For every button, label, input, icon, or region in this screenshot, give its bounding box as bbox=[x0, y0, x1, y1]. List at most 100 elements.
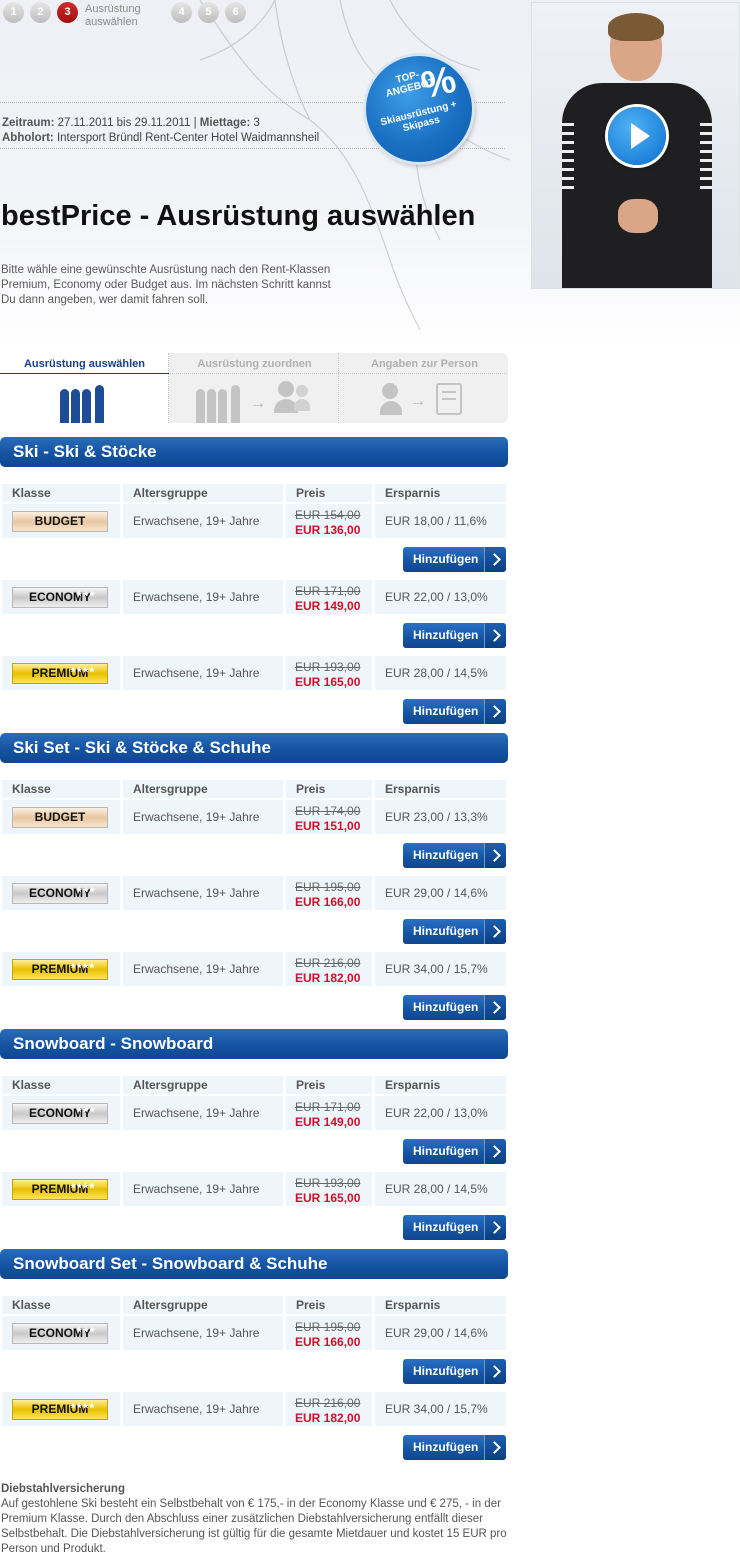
active-step-label: Ausrüstung auswählen bbox=[85, 3, 141, 28]
tab-underline bbox=[170, 373, 339, 374]
add-button[interactable]: Hinzufügen bbox=[403, 1139, 506, 1164]
stars-icon: ★★★★ bbox=[69, 667, 95, 674]
new-price: EUR 149,00 bbox=[295, 1115, 361, 1129]
add-button[interactable]: Hinzufügen bbox=[403, 919, 506, 944]
column-header: Ersparnis bbox=[375, 780, 506, 798]
age-group-cell: Erwachsene, 19+ Jahre bbox=[123, 656, 283, 690]
tab-label: Angaben zur Person bbox=[371, 358, 478, 370]
column-header: Ersparnis bbox=[375, 1076, 506, 1094]
age-group-cell: Erwachsene, 19+ Jahre bbox=[123, 580, 283, 614]
video-player[interactable] bbox=[531, 2, 740, 289]
old-price: EUR 216,00 bbox=[295, 1396, 361, 1410]
presenter-hair bbox=[608, 13, 664, 41]
add-button-label: Hinzufügen bbox=[413, 1000, 479, 1014]
class-cell: PREMIUM ★★★★ bbox=[2, 1392, 120, 1426]
add-button[interactable]: Hinzufügen bbox=[403, 623, 506, 648]
saving-cell: EUR 29,00 / 14,6% bbox=[375, 876, 506, 910]
step-6: 6 bbox=[225, 2, 246, 23]
price-cell: EUR 174,00 EUR 151,00 bbox=[286, 800, 372, 834]
add-button[interactable]: Hinzufügen bbox=[403, 843, 506, 868]
saving-cell: EUR 28,00 / 14,5% bbox=[375, 1172, 506, 1206]
price-cell: EUR 171,00 EUR 149,00 bbox=[286, 1096, 372, 1130]
table-header: Klasse Altersgruppe Preis Ersparnis bbox=[0, 1296, 508, 1314]
chevron-right-icon bbox=[484, 1435, 506, 1460]
stars-icon: ★★★ bbox=[76, 887, 95, 894]
chevron-right-icon bbox=[484, 547, 506, 572]
presenter-hands bbox=[618, 199, 658, 233]
stars-icon: ★★★ bbox=[76, 1107, 95, 1114]
chevron-right-icon bbox=[484, 1359, 506, 1384]
tab-underline bbox=[0, 373, 169, 374]
section-title: Ski - Ski & Stöcke bbox=[0, 437, 508, 467]
column-header: Klasse bbox=[2, 780, 120, 798]
age-group-cell: Erwachsene, 19+ Jahre bbox=[123, 1392, 283, 1426]
column-header: Klasse bbox=[2, 1076, 120, 1094]
price-cell: EUR 216,00 EUR 182,00 bbox=[286, 952, 372, 986]
add-button[interactable]: Hinzufügen bbox=[403, 995, 506, 1020]
add-button-label: Hinzufügen bbox=[413, 628, 479, 642]
old-price: EUR 174,00 bbox=[295, 804, 361, 818]
stars-icon: ★★★★ bbox=[69, 1403, 95, 1410]
saving-cell: EUR 29,00 / 14,6% bbox=[375, 1316, 506, 1350]
play-icon[interactable] bbox=[608, 107, 666, 165]
rent-class-badge: PREMIUM ★★★★ bbox=[12, 663, 108, 684]
add-button-label: Hinzufügen bbox=[413, 1144, 479, 1158]
table-row: ECONOMY ★★★ Erwachsene, 19+ Jahre EUR 171,0… bbox=[0, 1096, 508, 1130]
tab-ausruestung-auswaehlen[interactable]: Ausrüstung auswählen bbox=[0, 353, 169, 423]
new-price: EUR 166,00 bbox=[295, 1335, 361, 1349]
table-row: PREMIUM ★★★★ Erwachsene, 19+ Jahre EUR 193,… bbox=[0, 656, 508, 690]
add-button[interactable]: Hinzufügen bbox=[403, 547, 506, 572]
tab-underline bbox=[340, 373, 508, 374]
age-group-cell: Erwachsene, 19+ Jahre bbox=[123, 1096, 283, 1130]
old-price: EUR 216,00 bbox=[295, 956, 361, 970]
price-cell: EUR 193,00 EUR 165,00 bbox=[286, 656, 372, 690]
table-row: ECONOMY ★★★ Erwachsene, 19+ Jahre EUR 195,0… bbox=[0, 1316, 508, 1350]
column-header: Preis bbox=[286, 780, 372, 798]
class-cell: ECONOMY ★★★ bbox=[2, 1096, 120, 1130]
new-price: EUR 136,00 bbox=[295, 523, 361, 537]
theft-insurance-note: Diebstahlversicherung Auf gestohlene Ski… bbox=[1, 1482, 521, 1557]
step-2[interactable]: 2 bbox=[30, 2, 51, 23]
new-price: EUR 182,00 bbox=[295, 971, 361, 985]
chevron-right-icon bbox=[484, 1139, 506, 1164]
step-1[interactable]: 1 bbox=[3, 2, 24, 23]
new-price: EUR 165,00 bbox=[295, 675, 361, 689]
class-cell: PREMIUM ★★★★ bbox=[2, 1172, 120, 1206]
add-button[interactable]: Hinzufügen bbox=[403, 1435, 506, 1460]
old-price: EUR 195,00 bbox=[295, 880, 361, 894]
column-header: Altersgruppe bbox=[123, 1296, 283, 1314]
add-button-label: Hinzufügen bbox=[413, 848, 479, 862]
add-button[interactable]: Hinzufügen bbox=[403, 1359, 506, 1384]
class-cell: BUDGET bbox=[2, 504, 120, 538]
tab-label: Ausrüstung zuordnen bbox=[197, 358, 312, 370]
add-button-label: Hinzufügen bbox=[413, 704, 479, 718]
class-cell: PREMIUM ★★★★ bbox=[2, 656, 120, 690]
column-header: Altersgruppe bbox=[123, 484, 283, 502]
top-offer-badge[interactable]: TOP-ANGEBOT % Skiausrüstung + Skipass bbox=[366, 56, 472, 162]
person-to-form-icon: → bbox=[380, 379, 480, 423]
page-title: bestPrice - Ausrüstung auswählen bbox=[1, 200, 476, 232]
class-cell: ECONOMY ★★★ bbox=[2, 580, 120, 614]
stars-icon: ★★★ bbox=[76, 591, 95, 598]
saving-cell: EUR 23,00 / 13,3% bbox=[375, 800, 506, 834]
column-header: Klasse bbox=[2, 484, 120, 502]
stars-icon: ★★★★ bbox=[69, 1183, 95, 1190]
stars-icon: ★★★ bbox=[76, 1327, 95, 1334]
new-price: EUR 166,00 bbox=[295, 895, 361, 909]
old-price: EUR 171,00 bbox=[295, 584, 361, 598]
abholort-label: Abholort: bbox=[2, 132, 54, 144]
class-cell: ECONOMY ★★★ bbox=[2, 876, 120, 910]
old-price: EUR 193,00 bbox=[295, 660, 361, 674]
saving-cell: EUR 18,00 / 11,6% bbox=[375, 504, 506, 538]
chevron-right-icon bbox=[484, 843, 506, 868]
add-button-label: Hinzufügen bbox=[413, 1440, 479, 1454]
saving-cell: EUR 34,00 / 15,7% bbox=[375, 952, 506, 986]
theft-insurance-text: Auf gestohlene Ski besteht ein Selbstbeh… bbox=[1, 1498, 507, 1555]
age-group-cell: Erwachsene, 19+ Jahre bbox=[123, 952, 283, 986]
price-cell: EUR 193,00 EUR 165,00 bbox=[286, 1172, 372, 1206]
price-cell: EUR 171,00 EUR 149,00 bbox=[286, 580, 372, 614]
add-button[interactable]: Hinzufügen bbox=[403, 699, 506, 724]
chevron-right-icon bbox=[484, 699, 506, 724]
add-button[interactable]: Hinzufügen bbox=[403, 1215, 506, 1240]
abholort-value: Intersport Bründl Rent-Center Hotel Waid… bbox=[56, 132, 320, 144]
